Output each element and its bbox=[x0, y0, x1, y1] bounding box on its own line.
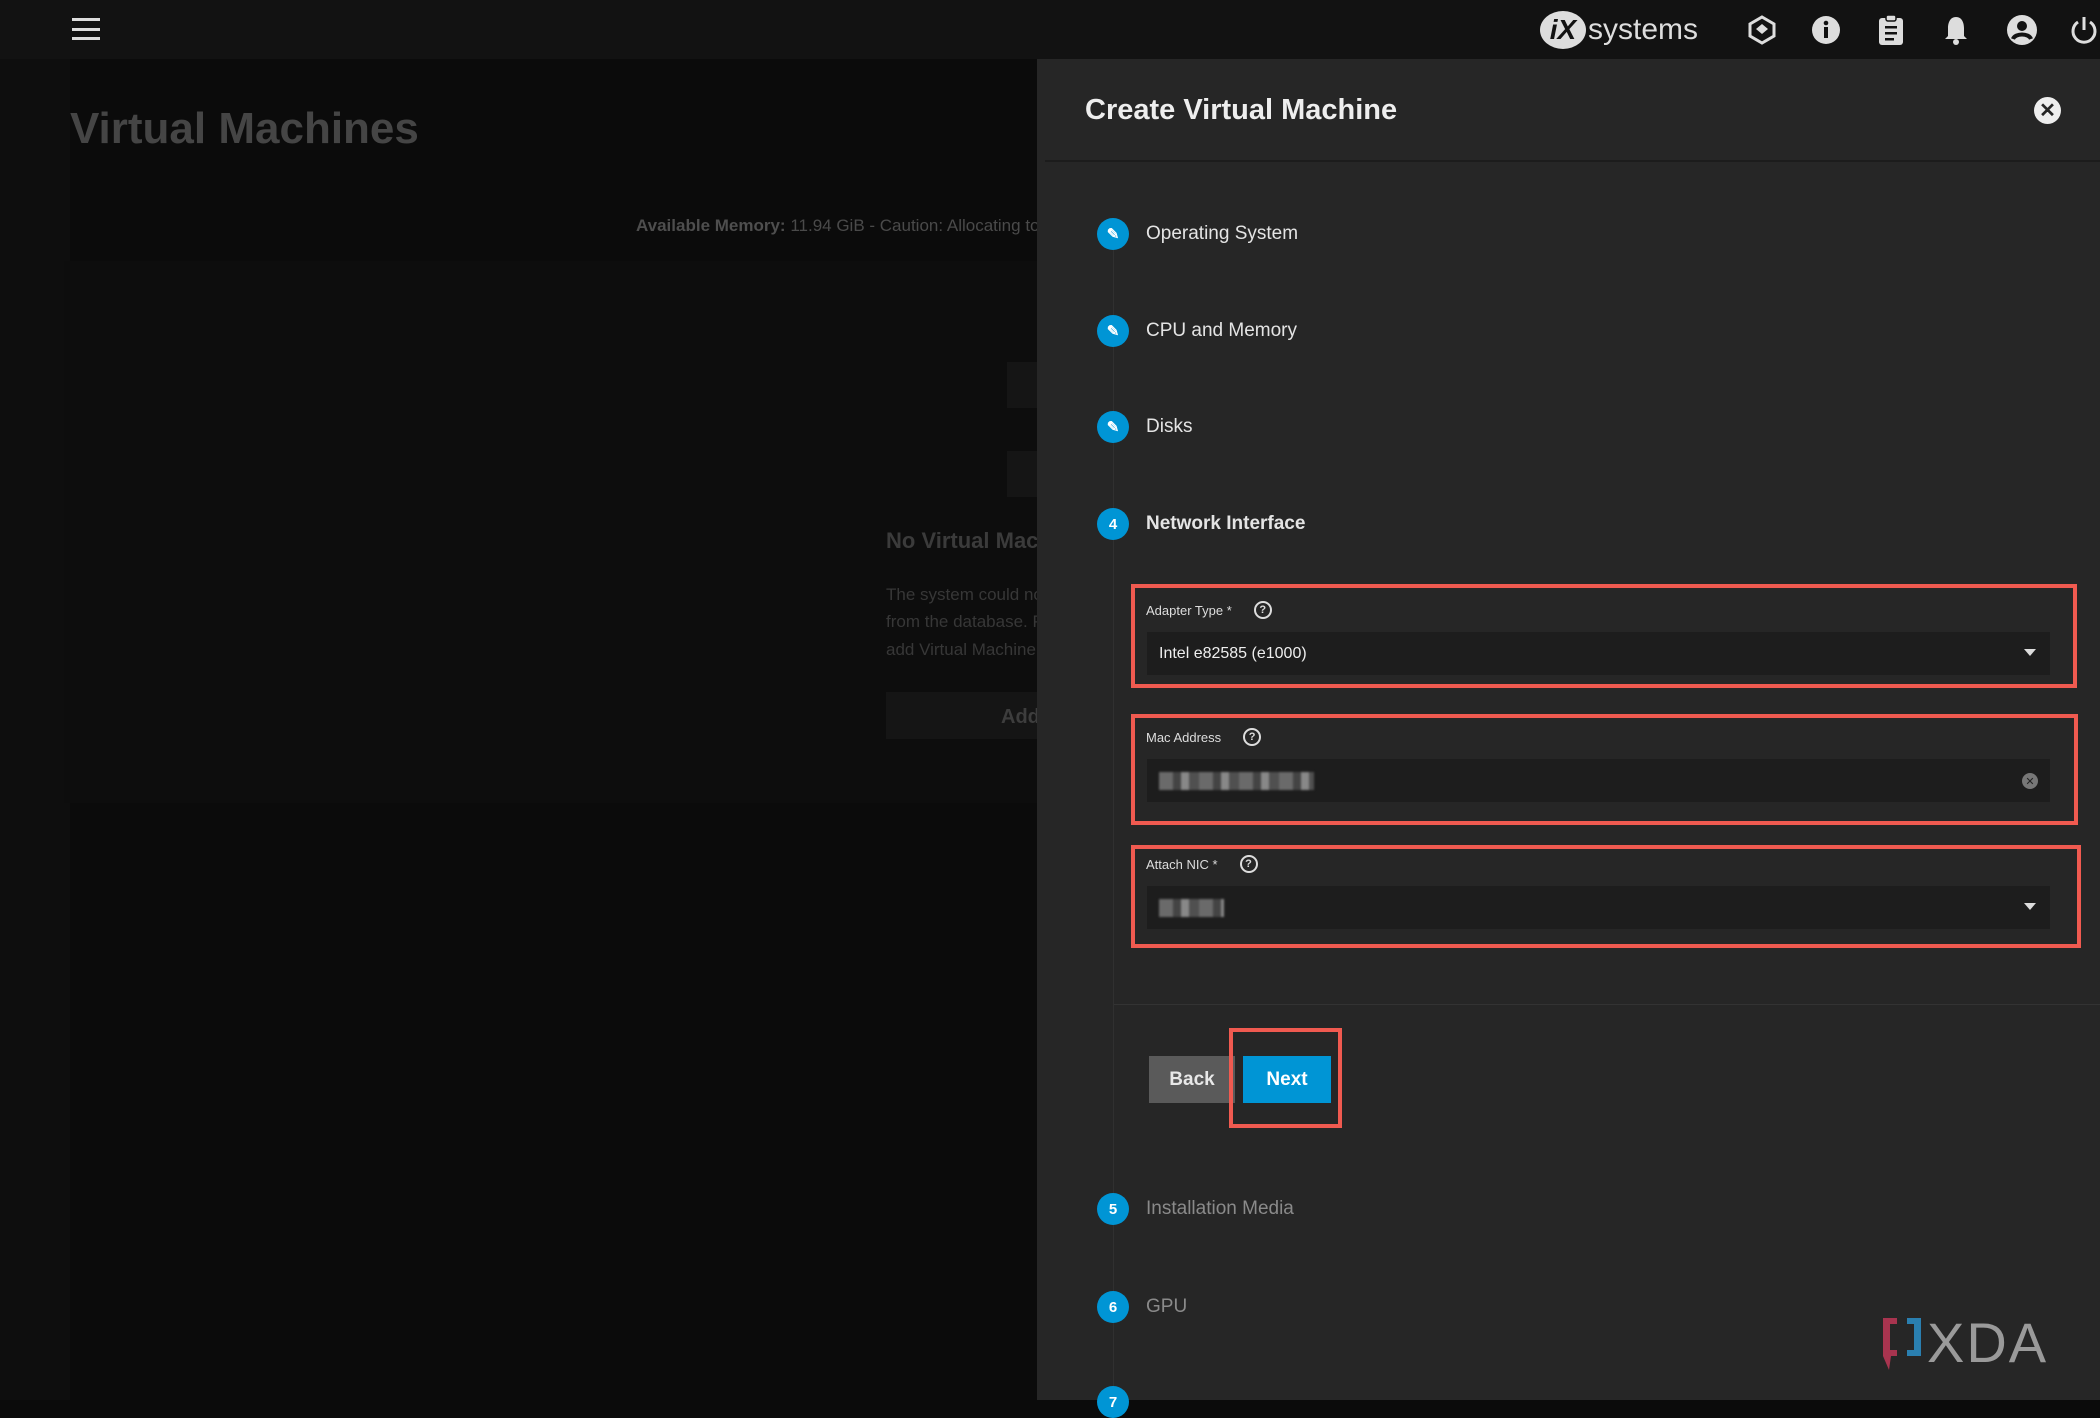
menu-icon[interactable] bbox=[72, 18, 100, 40]
step-label: Operating System bbox=[1146, 223, 1299, 244]
adapter-type-select[interactable]: Intel e82585 (e1000) bbox=[1147, 632, 2050, 675]
empty-state-title: No Virtual Mach bbox=[886, 528, 1052, 553]
sidebar-collapsed bbox=[0, 59, 70, 1400]
label-text: Mac Address bbox=[1146, 729, 1222, 745]
step-gpu[interactable]: 6 GPU bbox=[1097, 1291, 1187, 1323]
step-network-interface[interactable]: 4 Network Interface bbox=[1097, 508, 1305, 540]
pencil-icon: ✎ bbox=[1097, 218, 1129, 250]
add-vm-button[interactable]: Add bbox=[886, 692, 1037, 739]
pencil-icon: ✎ bbox=[1097, 315, 1129, 347]
logo-mark: iX bbox=[1540, 11, 1586, 49]
toolbar-button[interactable] bbox=[1007, 451, 1037, 497]
help-icon[interactable]: ? bbox=[1243, 728, 1262, 746]
step-label: CPU and Memory bbox=[1146, 320, 1297, 341]
panel-title: Create Virtual Machine bbox=[1085, 94, 1398, 126]
step-number: 7 bbox=[1097, 1386, 1129, 1418]
info-icon[interactable] bbox=[1810, 14, 1842, 46]
clipboard-icon[interactable] bbox=[1875, 14, 1907, 46]
mac-address-label: Mac Address? bbox=[1146, 728, 1262, 746]
empty-state-text: add Virtual Machine bbox=[886, 640, 1036, 659]
page-title: Virtual Machines bbox=[70, 104, 419, 153]
step-number: 4 bbox=[1097, 508, 1129, 540]
chevron-down-icon bbox=[2024, 903, 2036, 910]
step-cpu-memory[interactable]: ✎ CPU and Memory bbox=[1097, 315, 1297, 347]
back-button[interactable]: Back bbox=[1149, 1056, 1235, 1103]
available-memory: Available Memory: 11.94 GiB - Caution: A… bbox=[636, 216, 1049, 236]
step-installation-media[interactable]: 5 Installation Media bbox=[1097, 1193, 1294, 1225]
redacted-value bbox=[1159, 771, 1314, 790]
step-label: Installation Media bbox=[1146, 1198, 1294, 1219]
clear-icon[interactable]: ✕ bbox=[2022, 773, 2038, 789]
toolbar-button[interactable] bbox=[1007, 362, 1037, 408]
close-icon[interactable]: ✕ bbox=[2034, 97, 2061, 124]
logo-word: systems bbox=[1588, 13, 1699, 46]
step-label: GPU bbox=[1146, 1296, 1188, 1317]
memory-value: 11.94 GiB - Caution: Allocating too bbox=[790, 216, 1049, 235]
redacted-value bbox=[1159, 898, 1224, 917]
empty-state-text: from the database. P bbox=[886, 612, 1044, 631]
help-icon[interactable]: ? bbox=[1239, 855, 1258, 873]
label-text: Attach NIC * bbox=[1146, 856, 1218, 872]
bell-icon[interactable] bbox=[1940, 14, 1972, 46]
step-label: Disks bbox=[1146, 416, 1193, 437]
mac-address-input[interactable]: ✕ bbox=[1147, 759, 2050, 802]
step-operating-system[interactable]: ✎ Operating System bbox=[1097, 218, 1298, 250]
step-disks[interactable]: ✎ Disks bbox=[1097, 411, 1192, 443]
step-number: 5 bbox=[1097, 1193, 1129, 1225]
pencil-icon: ✎ bbox=[1097, 411, 1129, 443]
step-label: Network Interface bbox=[1146, 513, 1306, 534]
attach-nic-select[interactable] bbox=[1147, 886, 2050, 929]
xda-watermark: XDA bbox=[1881, 1310, 2048, 1375]
top-bar: iX systems bbox=[0, 0, 2100, 59]
adapter-type-label: Adapter Type *? bbox=[1146, 601, 1272, 619]
select-value: Intel e82585 (e1000) bbox=[1159, 644, 1307, 662]
step-number: 6 bbox=[1097, 1291, 1129, 1323]
power-icon[interactable] bbox=[2068, 14, 2100, 46]
divider bbox=[1045, 160, 2100, 162]
chevron-down-icon bbox=[2024, 649, 2036, 656]
divider bbox=[1114, 1004, 2100, 1005]
help-icon[interactable]: ? bbox=[1253, 601, 1272, 619]
label-text: Adapter Type * bbox=[1146, 602, 1232, 618]
truecommand-icon[interactable] bbox=[1746, 14, 1778, 46]
memory-label: Available Memory: bbox=[636, 216, 786, 235]
highlight-next bbox=[1229, 1028, 1342, 1128]
watermark-text: XDA bbox=[1927, 1311, 2049, 1374]
empty-state-text: The system could no bbox=[886, 585, 1043, 604]
account-icon[interactable] bbox=[2006, 14, 2038, 46]
attach-nic-label: Attach NIC *? bbox=[1146, 855, 1258, 873]
ixsystems-logo: iX systems bbox=[1540, 8, 1698, 52]
step-confirm[interactable]: 7 bbox=[1097, 1386, 1146, 1418]
